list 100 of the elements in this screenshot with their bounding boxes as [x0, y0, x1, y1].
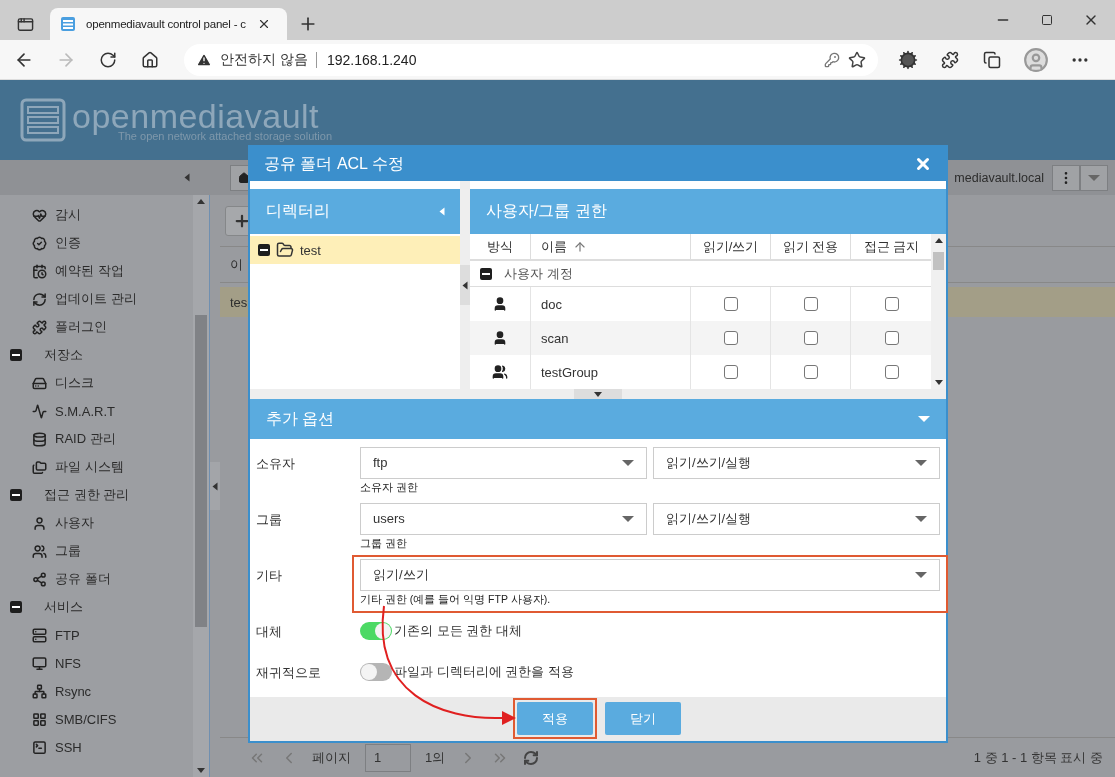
security-label: 안전하지 않음 [220, 50, 308, 69]
refresh-icon [32, 291, 47, 307]
key-icon [824, 51, 840, 68]
dropdown-caret-icon [915, 515, 927, 522]
user-icon [492, 330, 508, 347]
server-logo-icon [20, 98, 66, 142]
collapse-icon[interactable] [10, 349, 22, 361]
collapse-icon[interactable] [258, 244, 270, 257]
browser-tab[interactable]: openmediavault control panel - c [50, 8, 287, 40]
sidebar-item[interactable]: SMB/CIFS [0, 705, 193, 733]
select-field[interactable]: users [360, 502, 647, 535]
sort-ascending-icon [573, 239, 587, 254]
sidebar-item[interactable]: 플러그인 [0, 313, 193, 341]
dialog-title: 공유 폴더 ACL 수정 [264, 153, 404, 174]
users-icon [492, 364, 508, 381]
toggle-switch[interactable] [360, 662, 392, 681]
column-header[interactable]: 읽기 전용 [770, 234, 850, 260]
checkbox[interactable] [884, 331, 899, 346]
refresh-icon[interactable] [523, 749, 540, 766]
select-field[interactable]: 읽기/쓰기/실행 [653, 502, 940, 535]
hard-drive-icon [32, 375, 47, 391]
column-header[interactable]: 이름 [530, 234, 690, 260]
column-header[interactable]: 읽기/쓰기 [690, 234, 770, 260]
page-input[interactable]: 1 [365, 743, 411, 772]
checkbox[interactable] [884, 365, 899, 380]
sidebar-group[interactable]: 서비스 [0, 593, 193, 621]
sidebar-item[interactable]: NFS [0, 649, 193, 677]
address-field[interactable]: 안전하지 않음 192.168.1.240 [184, 43, 878, 76]
sidebar-item[interactable]: 사용자 [0, 509, 193, 537]
sidebar-item[interactable]: 업데이트 관리 [0, 285, 193, 313]
panel-title: 디렉터리 [266, 201, 330, 222]
avatar-icon[interactable] [1022, 45, 1050, 74]
dropdown-caret-icon [622, 515, 634, 522]
switch-label: 파일과 디렉터리에 권한을 적용 [394, 662, 574, 681]
favicon-icon [60, 16, 76, 32]
sidebar-item[interactable]: 공유 폴더 [0, 565, 193, 593]
dropdown-button[interactable] [1080, 164, 1108, 191]
puzzle-icon [32, 319, 47, 335]
users-icon [32, 543, 47, 559]
sidebar-group[interactable]: 접근 권한 관리 [0, 481, 193, 509]
sidebar-item[interactable]: SSH [0, 733, 193, 761]
dropdown-caret-icon [915, 571, 927, 578]
tree-label: test [300, 242, 321, 258]
tree-item[interactable]: test [250, 236, 460, 265]
collapse-icon[interactable] [10, 489, 22, 501]
tab-title: openmediavault control panel - c [86, 18, 246, 30]
sidebar-item[interactable]: 그룹 [0, 537, 193, 565]
scrollbar[interactable] [193, 195, 209, 777]
select-field[interactable]: ftp [360, 446, 647, 479]
sidebar-item[interactable]: S.M.A.R.T [0, 397, 193, 425]
badge-icon [32, 235, 47, 251]
monitor-icon [32, 655, 47, 671]
pulse-icon [32, 403, 47, 419]
sidebar-item[interactable]: 감시 [0, 201, 193, 229]
sidebar-item[interactable]: 디스크 [0, 369, 193, 397]
checkbox[interactable] [884, 297, 899, 312]
server-icon [32, 627, 47, 643]
checkbox[interactable] [723, 297, 738, 312]
windows-icon [32, 711, 47, 727]
collapse-handle[interactable] [210, 462, 220, 510]
sidebar-item[interactable]: 예약된 작업 [0, 257, 193, 285]
dropdown-caret-icon[interactable] [918, 416, 930, 423]
sidebar-item[interactable]: FTP [0, 621, 193, 649]
collapse-arrow-icon[interactable] [439, 207, 445, 216]
field-hint: 소유자 권한 [360, 480, 418, 495]
user-icon [32, 515, 47, 531]
dropdown-caret-icon [915, 459, 927, 466]
paging-summary: 1 중 1 - 1 항목 표시 중 [973, 748, 1103, 767]
splitter-handle[interactable] [460, 265, 470, 306]
heartbeat-icon [32, 207, 47, 223]
logo-text: openmediavault [72, 98, 320, 134]
checkbox[interactable] [723, 365, 738, 380]
field-hint: 기타 권한 (예를 들어 익명 FTP 사용자). [360, 592, 551, 607]
sidebar-item[interactable]: 파일 시스템 [0, 453, 193, 481]
field-label: 소유자 [256, 454, 296, 473]
calendar-clock-icon [32, 263, 47, 279]
url-text: 192.168.1.240 [315, 51, 816, 68]
panel-title: 추가 옵션 [266, 408, 335, 429]
scrollbar[interactable] [931, 234, 946, 390]
checkbox[interactable] [723, 331, 738, 346]
warning-icon [196, 51, 212, 68]
select-field[interactable]: 읽기/쓰기 [360, 558, 940, 591]
field-label: 재귀적으로 [256, 663, 322, 682]
field-label: 대체 [256, 622, 283, 641]
collapse-icon[interactable] [480, 267, 492, 280]
sidebar-item[interactable]: Rsync [0, 677, 193, 705]
toggle-switch[interactable] [360, 621, 392, 640]
column-header[interactable]: 방식 [470, 234, 530, 260]
menu-button[interactable] [1052, 164, 1080, 191]
sidebar-item[interactable]: RAID 관리 [0, 425, 193, 453]
checkbox[interactable] [803, 365, 818, 380]
hostname-text: mediavault.local [954, 170, 1044, 185]
sidebar-group[interactable]: 저장소 [0, 341, 193, 369]
switch-label: 기존의 모든 권한 대체 [394, 621, 522, 640]
collapse-icon[interactable] [10, 601, 22, 613]
folder-icon [276, 241, 294, 260]
select-field[interactable]: 읽기/쓰기/실행 [653, 446, 940, 479]
checkbox[interactable] [803, 297, 818, 312]
checkbox[interactable] [803, 331, 818, 346]
sidebar-item[interactable]: 인증 [0, 229, 193, 257]
